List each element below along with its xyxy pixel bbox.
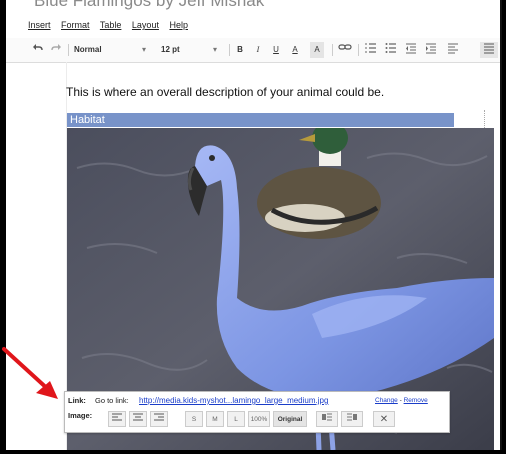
menu-table[interactable]: Table — [100, 20, 122, 30]
wrap-center-button[interactable] — [129, 411, 147, 427]
toolbar-divider — [229, 44, 230, 56]
go-to-link-label: Go to link: — [95, 396, 129, 405]
size-small-button[interactable]: S — [185, 411, 203, 427]
change-link[interactable]: Change — [375, 397, 398, 404]
menu-layout[interactable]: Layout — [132, 20, 159, 30]
align-text-left-button[interactable] — [316, 411, 338, 427]
chevron-down-icon: ▾ — [142, 45, 147, 54]
image-label: Image: — [68, 411, 93, 420]
habitat-heading[interactable]: Habitat — [67, 113, 454, 127]
size-large-button[interactable]: L — [227, 411, 245, 427]
image-url-link[interactable]: http://media.kids-myshot...lamingo_large… — [139, 396, 328, 405]
align-justify-icon[interactable] — [480, 42, 498, 58]
animal-description[interactable]: This is where an overall description of … — [66, 85, 384, 99]
formatting-toolbar: Normal ▾ 12 pt ▾ B I U A A — [6, 38, 500, 63]
decrease-indent-icon[interactable] — [404, 42, 418, 58]
align-text-right-button[interactable] — [341, 411, 363, 427]
wrap-inline-button[interactable] — [108, 411, 126, 427]
toolbar-divider — [68, 44, 69, 56]
redo-icon[interactable] — [50, 42, 62, 58]
style-dropdown[interactable]: Normal ▾ — [74, 42, 154, 58]
bulleted-list-icon[interactable] — [384, 42, 398, 58]
editor-window: Blue Flamingos by Jeff Mishak Insert For… — [6, 0, 502, 450]
link-actions-separator: - — [399, 397, 402, 404]
undo-icon[interactable] — [32, 42, 44, 58]
link-label: Link: — [68, 396, 86, 405]
chevron-down-icon: ▾ — [213, 45, 218, 54]
menu-insert[interactable]: Insert — [28, 20, 51, 30]
wrap-right-button[interactable] — [150, 411, 168, 427]
increase-indent-icon[interactable] — [424, 42, 438, 58]
remove-link[interactable]: Remove — [404, 397, 428, 404]
size-original-button[interactable]: Original — [273, 411, 307, 427]
style-value: Normal — [74, 45, 102, 54]
italic-button[interactable]: I — [252, 42, 264, 58]
toolbar-divider — [358, 44, 359, 56]
menu-format[interactable]: Format — [61, 20, 90, 30]
highlight-color-button[interactable]: A — [310, 42, 324, 58]
align-left-icon[interactable] — [446, 42, 460, 58]
underline-button[interactable]: U — [270, 42, 282, 58]
link-icon[interactable] — [338, 42, 352, 58]
bold-button[interactable]: B — [234, 42, 246, 58]
image-link-bubble: Link: Go to link: http://media.kids-mysh… — [64, 391, 450, 433]
annotation-arrow-icon — [2, 347, 58, 399]
font-size-dropdown[interactable]: 12 pt ▾ — [161, 42, 223, 58]
size-100-button[interactable]: 100% — [248, 411, 270, 427]
document-title[interactable]: Blue Flamingos by Jeff Mishak — [34, 0, 264, 11]
link-actions: Change - Remove — [375, 397, 428, 404]
font-size-value: 12 pt — [161, 45, 180, 54]
numbered-list-icon[interactable] — [364, 42, 378, 58]
close-icon[interactable]: ✕ — [373, 411, 395, 427]
text-color-button[interactable]: A — [288, 42, 302, 58]
menu-bar: Insert Format Table Layout Help — [28, 20, 196, 30]
toolbar-divider — [332, 44, 333, 56]
size-medium-button[interactable]: M — [206, 411, 224, 427]
menu-help[interactable]: Help — [169, 20, 188, 30]
